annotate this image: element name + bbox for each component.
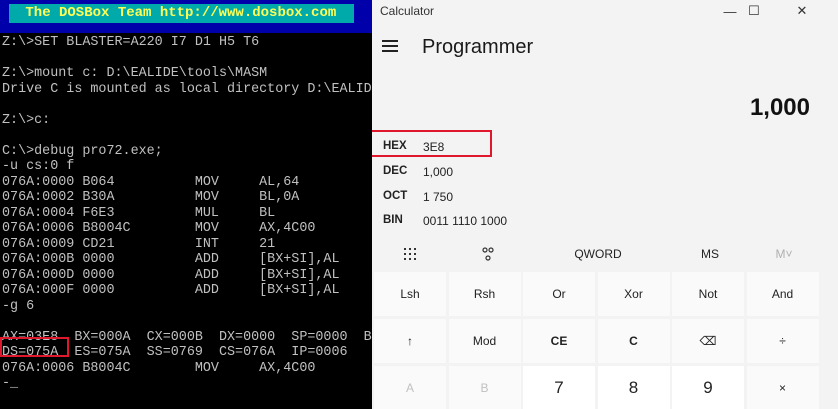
digit-7-button[interactable]: 7: [523, 366, 595, 409]
console-line: 076A:0002 B30A MOV BL,0A: [2, 190, 300, 205]
console-line: Z:\>SET BLASTER=A220 I7 D1 H5 T6: [2, 35, 260, 50]
calculator-titlebar: Calculator — ☐ ✕: [372, 0, 838, 22]
hex-b-button[interactable]: B: [448, 366, 521, 409]
radix-value: 3E8: [423, 140, 445, 154]
divide-button[interactable]: ÷: [746, 319, 819, 363]
menu-icon[interactable]: [382, 36, 402, 56]
radix-hex-row[interactable]: HEX 3E8: [372, 135, 838, 159]
shift-button[interactable]: ↑: [374, 319, 446, 363]
not-button[interactable]: Not: [672, 272, 744, 316]
or-button[interactable]: Or: [523, 272, 595, 316]
console-line: 076A:000B 0000 ADD [BX+SI],AL: [2, 252, 340, 267]
radix-name: BIN: [383, 214, 403, 226]
calculator-window: Calculator — ☐ ✕ Programmer 1,000 HEX 3E…: [372, 0, 838, 409]
dosbox-banner: The DOSBox Team http://www.dosbox.com: [9, 4, 354, 23]
dosbox-window: The DOSBox Team http://www.dosbox.com Z:…: [0, 0, 372, 409]
multiply-button[interactable]: ×: [746, 366, 819, 409]
console-line: Z:\>mount c: D:\EALIDE\tools\MASM: [2, 66, 268, 81]
console-line: -u cs:0 f: [2, 159, 75, 174]
radix-name: OCT: [383, 190, 408, 202]
xor-button[interactable]: Xor: [597, 272, 670, 316]
console-line: Drive C is mounted as local directory D:…: [2, 81, 372, 97]
radix-value: 0011 1110 1000: [423, 214, 508, 228]
clear-entry-button[interactable]: CE: [523, 319, 595, 363]
console-line: C:\>debug pro72.exe;: [2, 143, 163, 159]
console-line: -g 6: [2, 298, 35, 314]
console-line: -_: [2, 376, 19, 391]
console-line: Z:\>c:: [2, 112, 51, 128]
result-display: 1,000: [749, 94, 810, 121]
memory-store-button[interactable]: MS: [682, 238, 738, 270]
and-button[interactable]: And: [746, 272, 819, 316]
backspace-button[interactable]: ⌫: [672, 319, 744, 363]
console-line: 076A:0006 B8004C MOV AX,4C00: [2, 360, 316, 376]
console-line: DS=075A ES=075A SS=0769 CS=076A IP=0006 …: [2, 345, 372, 360]
console-line: 076A:0004 F6E3 MUL BL: [2, 205, 276, 221]
console-line: 076A:0006 B8004C MOV AX,4C00: [2, 221, 316, 236]
digit-9-button[interactable]: 9: [672, 366, 744, 409]
console-line: 076A:000D 0000 ADD [BX+SI],AL: [2, 267, 340, 283]
console-line: 076A:000F 0000 ADD [BX+SI],AL: [2, 283, 340, 298]
maximize-button[interactable]: ☐: [732, 0, 776, 22]
hex-a-button[interactable]: A: [374, 366, 446, 409]
console-line: 076A:0009 CD21 INT 21: [2, 236, 276, 252]
mode-title: Programmer: [422, 36, 534, 58]
radix-dec-row[interactable]: DEC 1,000: [372, 160, 838, 184]
word-bar: QWORD MS M˅: [372, 238, 838, 270]
digit-8-button[interactable]: 8: [597, 366, 670, 409]
window-title: Calculator: [380, 4, 435, 18]
radix-bin-row[interactable]: BIN 0011 1110 1000: [372, 209, 838, 233]
rsh-button[interactable]: Rsh: [448, 272, 521, 316]
radix-value: 1,000: [423, 165, 454, 179]
word-size-button[interactable]: QWORD: [552, 238, 644, 270]
mod-button[interactable]: Mod: [448, 319, 521, 363]
clear-button[interactable]: C: [597, 319, 670, 363]
close-button[interactable]: ✕: [780, 0, 824, 22]
bit-toggle-icon[interactable]: [462, 238, 514, 270]
lsh-button[interactable]: Lsh: [374, 272, 446, 316]
radix-value: 1 750: [423, 190, 454, 204]
radix-name: DEC: [383, 165, 408, 177]
console-line: AX=03E8 BX=000A CX=000B DX=0000 SP=0000 …: [2, 329, 372, 345]
radix-oct-row[interactable]: OCT 1 750: [372, 185, 838, 209]
memory-recall-button[interactable]: M˅: [756, 238, 812, 270]
console-line: 076A:0000 B064 MOV AL,64: [2, 174, 300, 190]
radix-name: HEX: [383, 140, 407, 152]
calculator-header: Programmer: [372, 30, 838, 66]
dosbox-header: The DOSBox Team http://www.dosbox.com: [0, 0, 372, 33]
dos-console[interactable]: Z:\>SET BLASTER=A220 I7 D1 H5 T6 Z:\>moun…: [2, 35, 372, 392]
bit-keypad-icon[interactable]: [384, 238, 436, 270]
